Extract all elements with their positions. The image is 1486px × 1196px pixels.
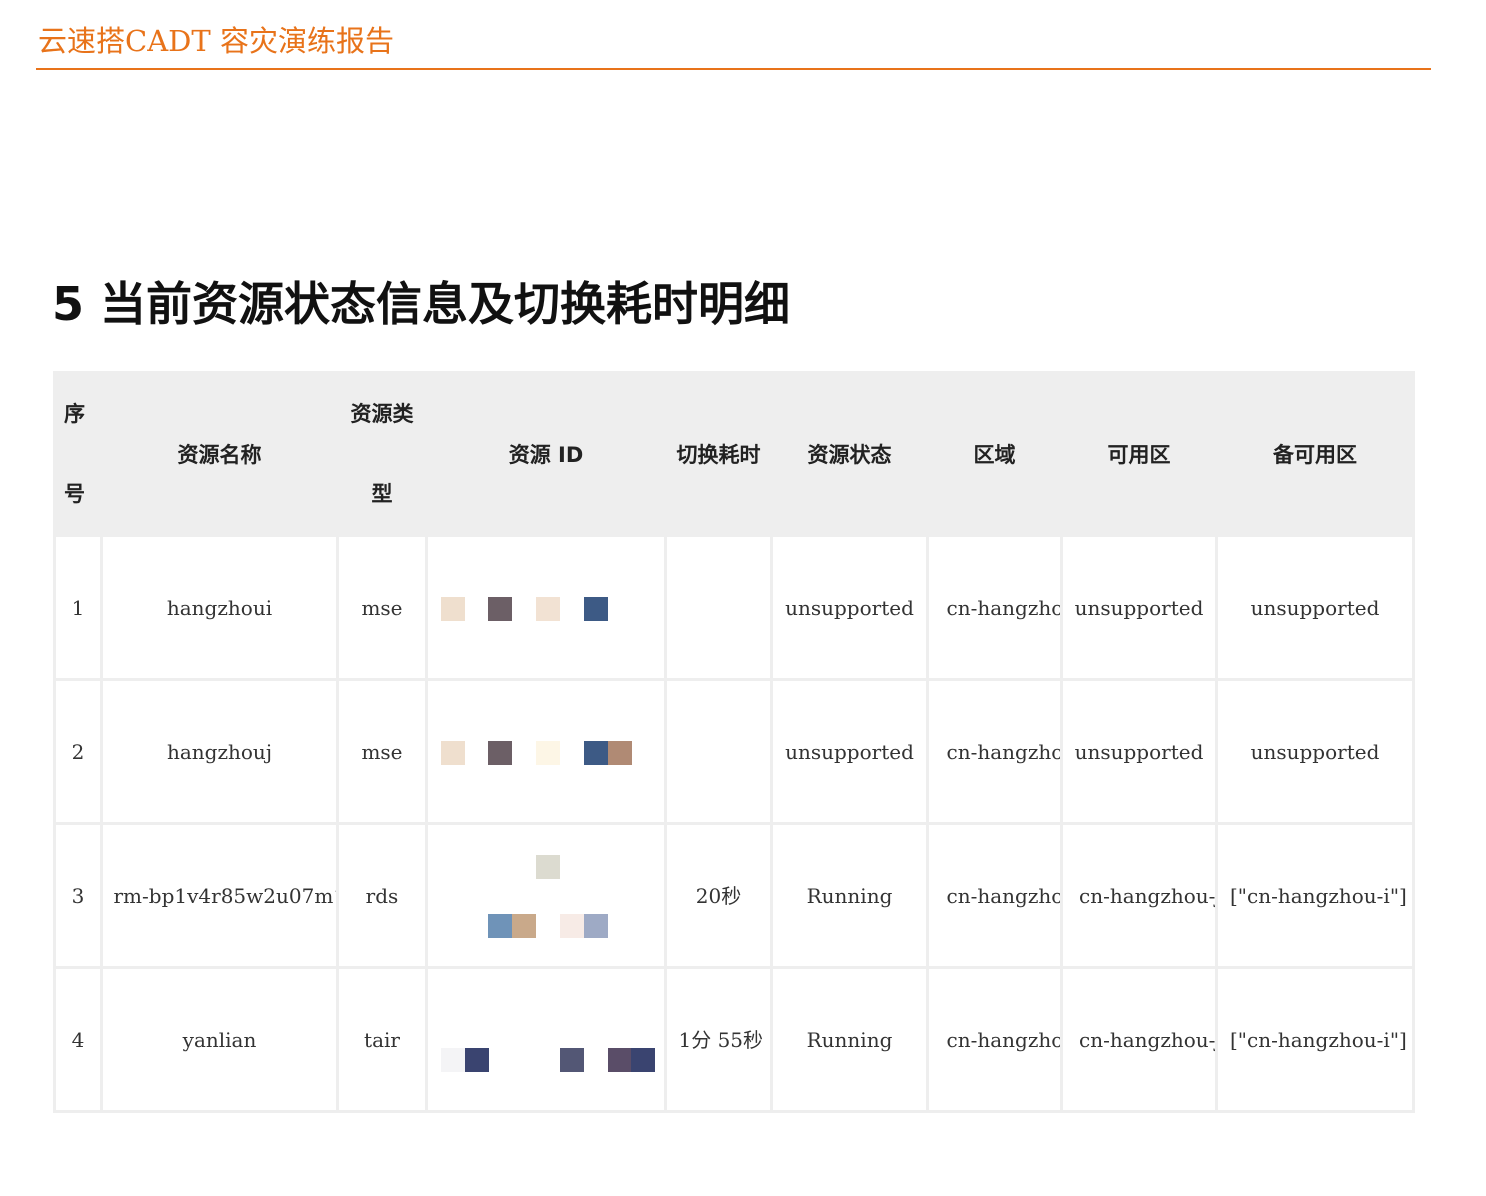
- cell-zone: unsupported: [1063, 681, 1215, 822]
- header-type: 资源类 型: [339, 374, 425, 534]
- section-title: 5 当前资源状态信息及切换耗时明细: [52, 277, 791, 331]
- redaction-block: [441, 741, 465, 765]
- cell-type: tair: [339, 969, 425, 1110]
- redaction-block: [584, 597, 608, 621]
- table-row: 4 yanlian tair 1分 55秒 Running cn-hangzho…: [56, 969, 1412, 1110]
- redaction-block: [465, 1048, 489, 1072]
- cell-region: cn-hangzhou: [929, 681, 1060, 822]
- table-row: 2 hangzhouj mse unsupported cn-hangzho u …: [56, 681, 1412, 822]
- cell-zone: cn-hangzhou-j: [1063, 825, 1215, 966]
- redaction-block: [608, 1048, 632, 1072]
- redacted-id: [428, 537, 664, 678]
- redaction-block: [536, 741, 560, 765]
- cell-switch-time: [667, 681, 770, 822]
- cell-backup-zone: unsupported: [1218, 537, 1412, 678]
- cell-name: hangzhoui: [103, 537, 336, 678]
- redaction-block: [536, 855, 560, 879]
- redaction-block: [584, 741, 608, 765]
- cell-region: cn-hangzhou: [929, 537, 1060, 678]
- cell-backup-zone: ["cn-hangzhou-i"]: [1218, 969, 1412, 1110]
- cell-region: cn-hangzhou: [929, 825, 1060, 966]
- redaction-block: [560, 914, 584, 938]
- cell-switch-time: 20秒: [667, 825, 770, 966]
- redacted-id: [428, 969, 664, 1110]
- cell-seq: 4: [56, 969, 100, 1110]
- cell-status: Running: [773, 825, 926, 966]
- cell-type: mse: [339, 681, 425, 822]
- cell-name: hangzhouj: [103, 681, 336, 822]
- redaction-block: [488, 741, 512, 765]
- cell-switch-time: [667, 537, 770, 678]
- redaction-block: [631, 1048, 655, 1072]
- redaction-block: [536, 597, 560, 621]
- redaction-block: [441, 597, 465, 621]
- cell-status: unsupported: [773, 681, 926, 822]
- cell-id-redacted: [428, 537, 664, 678]
- cell-id-redacted: [428, 681, 664, 822]
- table-row: 3 rm-bp1v4r85w2u07m161 rds 20秒 Running c…: [56, 825, 1412, 966]
- header-seq: 序 号: [56, 374, 100, 534]
- redaction-block: [608, 741, 632, 765]
- redaction-block: [560, 1048, 584, 1072]
- header-switch-time: 切换耗时: [667, 374, 770, 534]
- header-status: 资源状态: [773, 374, 926, 534]
- cell-switch-time: 1分 55秒: [667, 969, 770, 1110]
- report-title: 云速搭CADT 容灾演练报告: [38, 24, 394, 58]
- header-backup-zone: 备可用区: [1218, 374, 1412, 534]
- cell-backup-zone: ["cn-hangzhou-i"]: [1218, 825, 1412, 966]
- resource-table: 序 号 资源名称 资源类 型 资源 ID 切换耗时 资源状态 区域 可用区 备可…: [53, 371, 1415, 1113]
- cell-status: Running: [773, 969, 926, 1110]
- redaction-block: [512, 914, 536, 938]
- cell-type: mse: [339, 537, 425, 678]
- table-header-row: 序 号 资源名称 资源类 型 资源 ID 切换耗时 资源状态 区域 可用区 备可…: [56, 374, 1412, 534]
- redacted-id: [428, 825, 664, 966]
- cell-name: rm-bp1v4r85w2u07m161: [103, 825, 336, 966]
- cell-region: cn-hangzhou: [929, 969, 1060, 1110]
- redacted-id: [428, 681, 664, 822]
- cell-backup-zone: unsupported: [1218, 681, 1412, 822]
- cell-seq: 1: [56, 537, 100, 678]
- redaction-block: [488, 597, 512, 621]
- header-id: 资源 ID: [428, 374, 664, 534]
- report-header: 云速搭CADT 容灾演练报告: [36, 18, 1431, 70]
- cell-zone: cn-hangzhou-j: [1063, 969, 1215, 1110]
- header-zone: 可用区: [1063, 374, 1215, 534]
- cell-seq: 2: [56, 681, 100, 822]
- cell-id-redacted: [428, 969, 664, 1110]
- redaction-block: [584, 914, 608, 938]
- redaction-block: [441, 1048, 465, 1072]
- header-name: 资源名称: [103, 374, 336, 534]
- header-region: 区域: [929, 374, 1060, 534]
- cell-status: unsupported: [773, 537, 926, 678]
- cell-zone: unsupported: [1063, 537, 1215, 678]
- cell-name: yanlian: [103, 969, 336, 1110]
- cell-seq: 3: [56, 825, 100, 966]
- redaction-block: [488, 914, 512, 938]
- cell-type: rds: [339, 825, 425, 966]
- table-row: 1 hangzhoui mse unsupported cn-hangzho u …: [56, 537, 1412, 678]
- cell-id-redacted: [428, 825, 664, 966]
